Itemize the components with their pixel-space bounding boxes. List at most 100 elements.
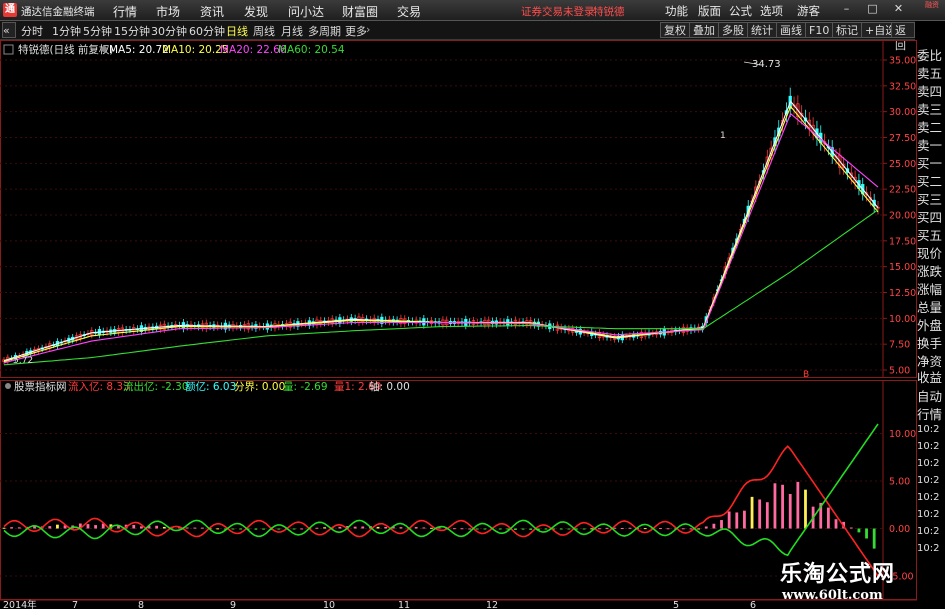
indicator-bar — [834, 519, 838, 529]
toolbar-overlay[interactable]: 叠加 — [689, 22, 719, 38]
indicator-bar — [239, 528, 243, 530]
vol-neg-label: 量: -2.69 — [283, 381, 328, 393]
chart-area[interactable]: 35.0032.5030.0027.5025.0022.5020.0017.50… — [0, 40, 917, 609]
indicator-bar — [628, 527, 632, 529]
indicator-bar — [56, 524, 59, 529]
time-label-dec: 12 — [486, 600, 498, 609]
tick-timestamp: 10:2 — [917, 509, 940, 520]
close-icon[interactable]: ✕ — [892, 3, 905, 16]
auto-label[interactable]: 自动 — [917, 386, 945, 405]
menu-market-quotes[interactable]: 行情 — [113, 3, 137, 20]
account-tag[interactable]: 游客 — [797, 3, 820, 19]
login-status[interactable]: 证券交易未登录 — [521, 4, 595, 19]
toolbar-adjust[interactable]: 复权 — [660, 22, 690, 38]
indicator-bar — [460, 528, 464, 530]
indicator-bar — [48, 526, 52, 529]
indicator-settings-icon[interactable] — [5, 383, 11, 389]
indicator-bar — [872, 528, 876, 549]
auto-label[interactable]: 行情 — [917, 404, 945, 423]
y-tick-label: 30.00 — [889, 107, 916, 118]
watermark: 乐淘公式网 www.60lt.com — [758, 553, 945, 609]
ma20-label: MA20: 22.66 — [220, 44, 287, 56]
main-chart-title: 特锐德(日线 前复权) — [18, 43, 114, 56]
ma-line-ma60 — [3, 209, 879, 366]
time-label-sep: 9 — [230, 600, 236, 609]
indicator-bar — [338, 526, 342, 529]
menu-wealth-circle[interactable]: 财富圈 — [342, 3, 378, 20]
minimize-icon[interactable]: – — [840, 3, 853, 16]
indicator-bar — [659, 528, 662, 530]
period-60min[interactable]: 60分钟 — [189, 23, 225, 39]
quote-label: 收益 — [917, 370, 943, 385]
toolbar-draw[interactable]: 画线 — [776, 22, 806, 38]
indicator-bar — [292, 528, 296, 530]
indicator-bar — [765, 502, 769, 529]
indicator-bar — [521, 528, 525, 530]
y-tick-label: 22.50 — [889, 185, 916, 196]
maximize-icon[interactable]: □ — [866, 3, 879, 16]
toolbar-mark[interactable]: 标记 — [832, 22, 862, 38]
outflow-label: 流出亿: -2.30 — [123, 380, 189, 393]
menu-market[interactable]: 市场 — [156, 3, 180, 20]
low-price-label: 5.72 — [13, 356, 33, 366]
period-intraday[interactable]: 分时 — [21, 23, 43, 39]
toolbar-back[interactable]: 返回 — [891, 22, 915, 52]
tick-timestamp: 10:2 — [917, 492, 940, 503]
indicator-bar — [498, 528, 502, 530]
indicator-bar — [567, 528, 571, 530]
settings-dot-icon[interactable] — [101, 46, 107, 52]
quote-label: 现价 — [917, 246, 943, 261]
period-daily[interactable]: 日线 — [226, 23, 248, 39]
period-more[interactable]: 更多 — [345, 23, 367, 39]
indicator-bar — [781, 484, 784, 529]
indicator-bar — [857, 528, 861, 533]
indicator-bar — [399, 527, 403, 529]
period-more-chevron-icon[interactable]: › — [366, 23, 370, 36]
time-label-start: 2014年 — [3, 599, 37, 609]
indicator-toggle-icon[interactable] — [3, 44, 14, 55]
period-1min[interactable]: 1分钟 — [52, 23, 81, 39]
indicator-bar — [735, 512, 739, 529]
time-label-oct: 10 — [323, 600, 335, 609]
quote-label: 外盘 — [917, 318, 943, 333]
toolbar-f10[interactable]: F10 — [805, 22, 834, 38]
y-tick-label: 35.00 — [889, 56, 916, 67]
menu-discover[interactable]: 发现 — [244, 3, 268, 20]
indicator-bar — [162, 526, 166, 529]
quote-label: 卖四 — [917, 84, 943, 99]
watermark-text: 乐淘公式网 — [780, 561, 896, 587]
menu-ask-xiaoda[interactable]: 问小达 — [288, 3, 324, 20]
y-tick-label: 27.50 — [889, 133, 916, 144]
collapse-left-icon[interactable]: « — [2, 22, 16, 38]
ma-line-ma10 — [3, 105, 879, 363]
menu-info[interactable]: 资讯 — [200, 3, 224, 20]
inflow-label: 流入亿: 8.33 — [68, 380, 130, 393]
period-multi[interactable]: 多周期 — [308, 23, 341, 39]
period-15min[interactable]: 15分钟 — [114, 23, 150, 39]
tool-function[interactable]: 功能 — [665, 3, 688, 19]
indicator-bar — [193, 527, 197, 529]
menu-trade[interactable]: 交易 — [397, 3, 421, 20]
period-monthly[interactable]: 月线 — [281, 23, 303, 39]
indicator-bar — [529, 528, 533, 530]
y-tick-label: 10.00 — [889, 314, 916, 325]
period-weekly[interactable]: 周线 — [253, 23, 275, 39]
tool-formula[interactable]: 公式 — [729, 3, 752, 19]
period-30min[interactable]: 30分钟 — [151, 23, 187, 39]
tool-options[interactable]: 选项 — [760, 3, 783, 19]
main-chart-header: 特锐德(日线 前复权) MA5: 20.72 MA10: 20.25 MA20:… — [3, 43, 345, 56]
quote-label: 换手 — [917, 336, 943, 351]
toolbar-multi-stock[interactable]: 多股 — [718, 22, 748, 38]
y-tick-label: 17.50 — [889, 236, 916, 247]
y-tick-label: 5.00 — [889, 366, 910, 377]
indicator-bar — [384, 526, 388, 529]
indicator-bar — [758, 499, 762, 529]
period-5min[interactable]: 5分钟 — [83, 23, 112, 39]
indicator-bar — [514, 528, 517, 530]
watermark-url: www.60lt.com — [782, 588, 883, 603]
toolbar-stats[interactable]: 统计 — [747, 22, 777, 38]
indicator-bar — [826, 507, 830, 529]
tool-layout[interactable]: 版面 — [698, 3, 721, 19]
indicator-name: 股票指标网 — [14, 380, 67, 393]
indicator-bar — [582, 528, 586, 530]
